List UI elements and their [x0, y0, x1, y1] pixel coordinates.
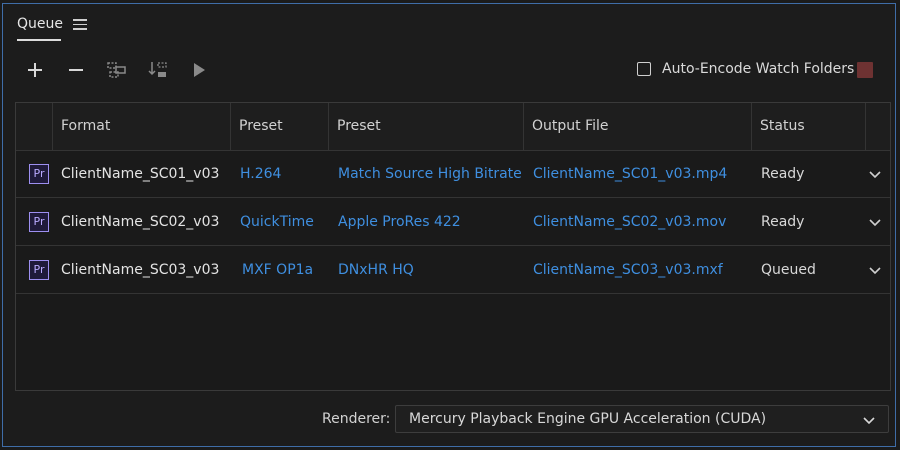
header-status[interactable]: Status: [751, 103, 865, 150]
status-text: Queued: [761, 262, 816, 278]
table-row[interactable]: Pr ClientName_SC01_v03 H.264 Match Sourc…: [16, 150, 890, 198]
preset-link[interactable]: Apple ProRes 422: [338, 198, 461, 246]
item-name[interactable]: ClientName_SC03_v03: [61, 246, 219, 294]
renderer-selected-value: Mercury Playback Engine GPU Acceleration…: [409, 411, 767, 427]
premiere-pro-icon: Pr: [29, 212, 49, 232]
auto-encode-label[interactable]: Auto-Encode Watch Folders: [662, 61, 854, 77]
renderer-dropdown[interactable]: Mercury Playback Engine GPU Acceleration…: [395, 405, 889, 433]
item-name[interactable]: ClientName_SC01_v03: [61, 150, 219, 198]
tab-active-indicator: [17, 39, 61, 41]
renderer-label: Renderer:: [322, 411, 391, 427]
tab-queue[interactable]: Queue: [17, 16, 63, 32]
format-link[interactable]: MXF OP1a: [242, 246, 313, 294]
table-header: Format Preset Preset Output File Status: [16, 103, 890, 151]
chevron-down-icon: [862, 412, 876, 426]
queue-panel: Queue Auto-Encode Watch Folders Format P…: [2, 3, 896, 447]
status-text: Ready: [761, 166, 805, 182]
chevron-down-icon[interactable]: [868, 214, 882, 228]
hamburger-icon[interactable]: [73, 19, 87, 31]
header-preset[interactable]: Preset: [230, 103, 328, 150]
header-format[interactable]: Format: [52, 103, 230, 150]
header-preset-name[interactable]: Preset: [328, 103, 523, 150]
queue-table: Format Preset Preset Output File Status …: [15, 102, 891, 391]
table-row[interactable]: Pr ClientName_SC02_v03 QuickTime Apple P…: [16, 198, 890, 246]
output-file-link[interactable]: ClientName_SC01_v03.mp4: [533, 150, 727, 198]
column-divider: [865, 103, 866, 150]
table-row[interactable]: Pr ClientName_SC03_v03 MXF OP1a DNxHR HQ…: [16, 246, 890, 294]
premiere-pro-icon: Pr: [29, 260, 49, 280]
header-output-file[interactable]: Output File: [523, 103, 751, 150]
stop-queue-button[interactable]: [857, 62, 873, 78]
format-link[interactable]: QuickTime: [240, 198, 314, 246]
play-icon[interactable]: [187, 58, 211, 82]
duplicate-icon[interactable]: [105, 58, 129, 82]
minus-icon[interactable]: [64, 58, 88, 82]
preset-link[interactable]: DNxHR HQ: [338, 246, 414, 294]
plus-icon[interactable]: [23, 58, 47, 82]
chevron-down-icon[interactable]: [868, 166, 882, 180]
auto-encode-checkbox[interactable]: [637, 62, 651, 76]
output-file-link[interactable]: ClientName_SC02_v03.mov: [533, 198, 726, 246]
chevron-down-icon[interactable]: [868, 262, 882, 276]
item-name[interactable]: ClientName_SC02_v03: [61, 198, 219, 246]
output-file-link[interactable]: ClientName_SC03_v03.mxf: [533, 246, 723, 294]
move-down-icon[interactable]: [146, 58, 170, 82]
format-link[interactable]: H.264: [240, 150, 281, 198]
premiere-pro-icon: Pr: [29, 164, 49, 184]
preset-link[interactable]: Match Source High Bitrate: [338, 150, 522, 198]
status-text: Ready: [761, 214, 805, 230]
